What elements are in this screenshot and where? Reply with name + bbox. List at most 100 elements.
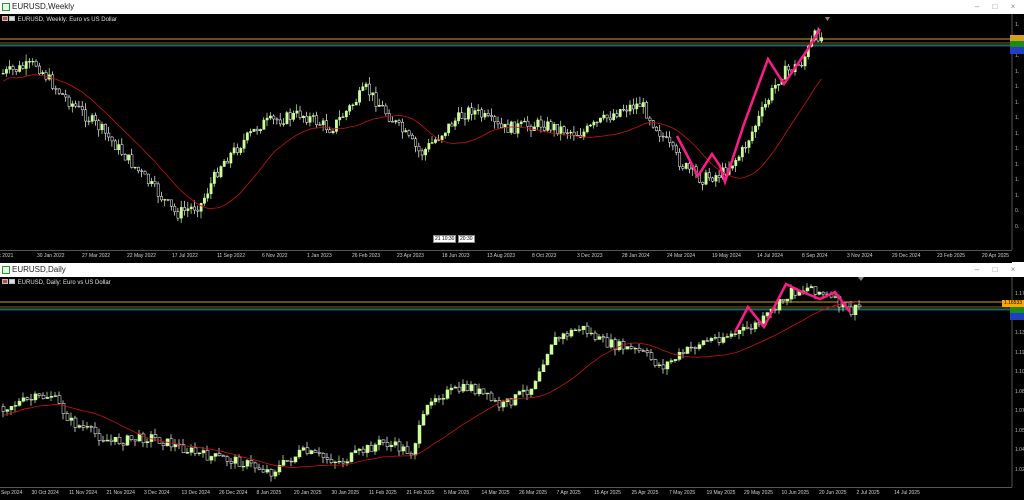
weekly-candle-body (770, 88, 774, 101)
weekly-candle-body (500, 123, 503, 128)
daily-candle-body (669, 360, 674, 363)
price-axis-label: 1.08740 (1015, 388, 1024, 395)
weekly-candle-body (463, 118, 467, 120)
daily-candle-body (245, 460, 250, 467)
weekly-candle-body (486, 113, 490, 116)
daily-candle-body (485, 392, 490, 395)
weekly-candle-body (599, 117, 602, 123)
close-button[interactable]: × (1006, 1, 1020, 13)
weekly-candle-body (216, 171, 220, 178)
daily-candle-body (401, 446, 406, 452)
daily-candle-body (581, 325, 586, 330)
weekly-candle-body (57, 88, 61, 94)
minimize-button[interactable]: – (970, 264, 984, 276)
daily-candle-body (13, 405, 18, 407)
daily-candle-body (593, 332, 598, 340)
weekly-candle-body (767, 100, 771, 105)
weekly-candle-body (351, 104, 355, 106)
daily-shift-marker-icon (858, 277, 864, 281)
weekly-candle-body (602, 114, 606, 119)
weekly-price-plot[interactable] (0, 14, 1024, 250)
weekly-candle-body (480, 109, 484, 118)
daily-chart-window[interactable]: EURUSD,Daily – □ × EURUSD, Daily: Euro v… (0, 263, 1024, 500)
weekly-candle-body (622, 109, 625, 111)
weekly-candle-body (140, 170, 144, 172)
daily-candle-body (209, 456, 214, 461)
close-button[interactable]: × (1006, 264, 1020, 276)
price-axis-label: 1.10190 (1015, 369, 1024, 375)
weekly-candle-body (427, 143, 431, 150)
time-axis-label: 23 Feb 2025 (937, 253, 966, 259)
maximize-button[interactable]: □ (988, 1, 1002, 13)
daily-candle-body (325, 457, 330, 460)
daily-candle-body (381, 439, 386, 443)
daily-candle-body (289, 460, 294, 463)
weekly-candle-body (259, 129, 262, 132)
daily-candle-body (481, 388, 486, 395)
daily-candle-body (773, 309, 778, 311)
weekly-candle-body (397, 120, 401, 123)
price-axis-label: 1.02940 (1015, 466, 1024, 473)
daily-candle-body (741, 326, 746, 331)
daily-candle-body (9, 406, 14, 410)
daily-time-axis[interactable]: 16 Sep 2024 30 Oct 2024 11 Nov 2024 21 Nov … (0, 487, 1012, 500)
weekly-candle-body (450, 123, 454, 127)
weekly-chart-canvas[interactable]: EURUSD, Weekly: Euro vs US Dollar 1. 1. 1.… (0, 14, 1024, 263)
daily-candle-body (541, 364, 546, 372)
weekly-window-title: EURUSD,Weekly (12, 2, 75, 11)
daily-candle-body (405, 446, 410, 454)
daily-candle-body (441, 398, 446, 400)
weekly-time-axis[interactable]: Dec 2021 30 Jan 2022 27 Mar 2022 22 May 202… (0, 250, 1012, 263)
daily-chart-canvas[interactable]: EURUSD, Daily: Euro vs US Dollar 1.17440… (0, 277, 1024, 500)
weekly-candle-body (51, 74, 55, 89)
weekly-candle-body (127, 154, 130, 161)
weekly-candle-body (404, 130, 408, 133)
weekly-candle-body (176, 211, 180, 219)
time-axis-label: 16 Sep 2024 (0, 490, 23, 496)
weekly-candle-body (542, 126, 546, 131)
weekly-candle-body (179, 207, 183, 219)
weekly-chart-window[interactable]: EURUSD,Weekly – □ × EURUSD, Weekly: Euro… (0, 0, 1024, 263)
weekly-candle-body (803, 56, 807, 67)
maximize-button[interactable]: □ (988, 264, 1002, 276)
weekly-candle-body (74, 103, 78, 107)
weekly-candle-body (87, 120, 91, 123)
weekly-candle-body (107, 132, 111, 138)
daily-price-plot[interactable] (0, 277, 1024, 487)
minimize-button[interactable]: – (970, 1, 984, 13)
flag-us-icon (9, 279, 15, 284)
daily-candle-body (145, 441, 150, 444)
price-axis-label: 1.11640 (1015, 349, 1024, 356)
weekly-candle-body (64, 94, 68, 98)
daily-candle-body (469, 384, 474, 391)
daily-candle-body (73, 417, 78, 428)
chart-window-icon (2, 266, 10, 274)
weekly-candle-body (328, 129, 332, 133)
weekly-candle-body (186, 208, 190, 211)
weekly-title-bar[interactable]: EURUSD,Weekly – □ × (0, 0, 1024, 14)
weekly-candle-body (747, 140, 751, 148)
weekly-candle-body (707, 172, 711, 179)
weekly-candle-body (734, 160, 738, 167)
daily-title-bar[interactable]: EURUSD,Daily – □ × (0, 263, 1024, 277)
weekly-candle-body (38, 65, 41, 75)
weekly-candle-body (278, 119, 282, 125)
time-axis-label: 25 Apr 2025 (631, 490, 659, 496)
weekly-candle-body (549, 121, 553, 131)
daily-level-flag-blue (1010, 313, 1024, 320)
weekly-candle-body (641, 102, 645, 107)
price-axis-label: 1.04390 (1015, 447, 1024, 453)
daily-candle-body (265, 469, 270, 473)
weekly-candle-body (750, 131, 754, 141)
daily-candle-body (273, 471, 278, 477)
weekly-candle-body (71, 103, 74, 107)
daily-candle-body (821, 291, 826, 295)
weekly-candle-body (496, 121, 500, 125)
weekly-candle-body (354, 101, 358, 106)
weekly-candle-body (420, 150, 424, 156)
weekly-candle-body (113, 140, 117, 150)
daily-candle-body (557, 336, 562, 340)
time-axis-label: 11 Sep 2022 (217, 253, 245, 259)
weekly-candle-body (546, 121, 550, 131)
time-axis-label: 8 Sep 2024 (802, 253, 828, 259)
